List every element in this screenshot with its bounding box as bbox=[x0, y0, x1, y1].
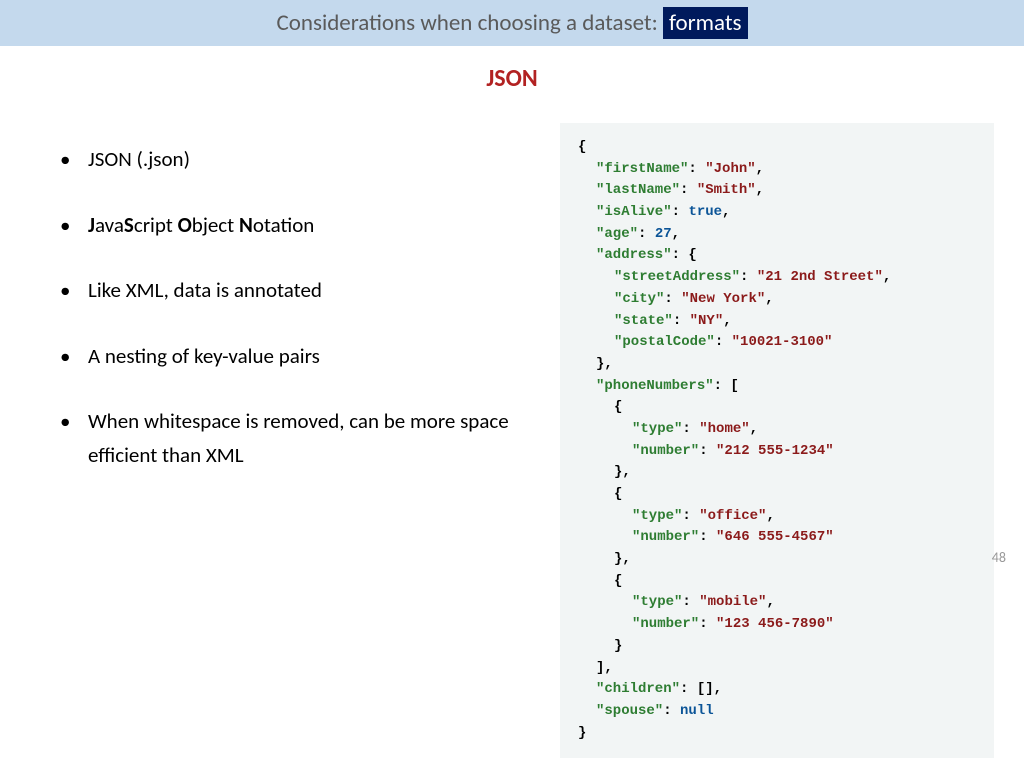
slide-header: Considerations when choosing a dataset: … bbox=[0, 0, 1024, 46]
list-item: Like XML, data is annotated bbox=[60, 274, 560, 308]
list-item: When whitespace is removed, can be more … bbox=[60, 405, 560, 472]
list-item: JSON (.json) bbox=[60, 143, 560, 177]
list-item: A nesting of key-value pairs bbox=[60, 340, 560, 374]
page-number: 48 bbox=[992, 549, 1006, 566]
bullet-column: JSON (.json) JavaScript Object Notation … bbox=[40, 123, 560, 758]
header-prefix: Considerations when choosing a dataset: bbox=[276, 9, 662, 37]
list-item: JavaScript Object Notation bbox=[60, 209, 560, 243]
header-text: Considerations when choosing a dataset: … bbox=[276, 7, 747, 39]
slide-subtitle: JSON bbox=[0, 64, 1024, 93]
bullet-list: JSON (.json) JavaScript Object Notation … bbox=[60, 143, 560, 473]
header-highlight-t2: rmats bbox=[688, 9, 742, 37]
header-highlight-t1: fo bbox=[669, 9, 688, 37]
content-area: JSON (.json) JavaScript Object Notation … bbox=[0, 123, 1024, 758]
header-highlight: formats bbox=[663, 7, 748, 39]
json-code-example: {"firstName": "John","lastName": "Smith"… bbox=[560, 123, 994, 758]
